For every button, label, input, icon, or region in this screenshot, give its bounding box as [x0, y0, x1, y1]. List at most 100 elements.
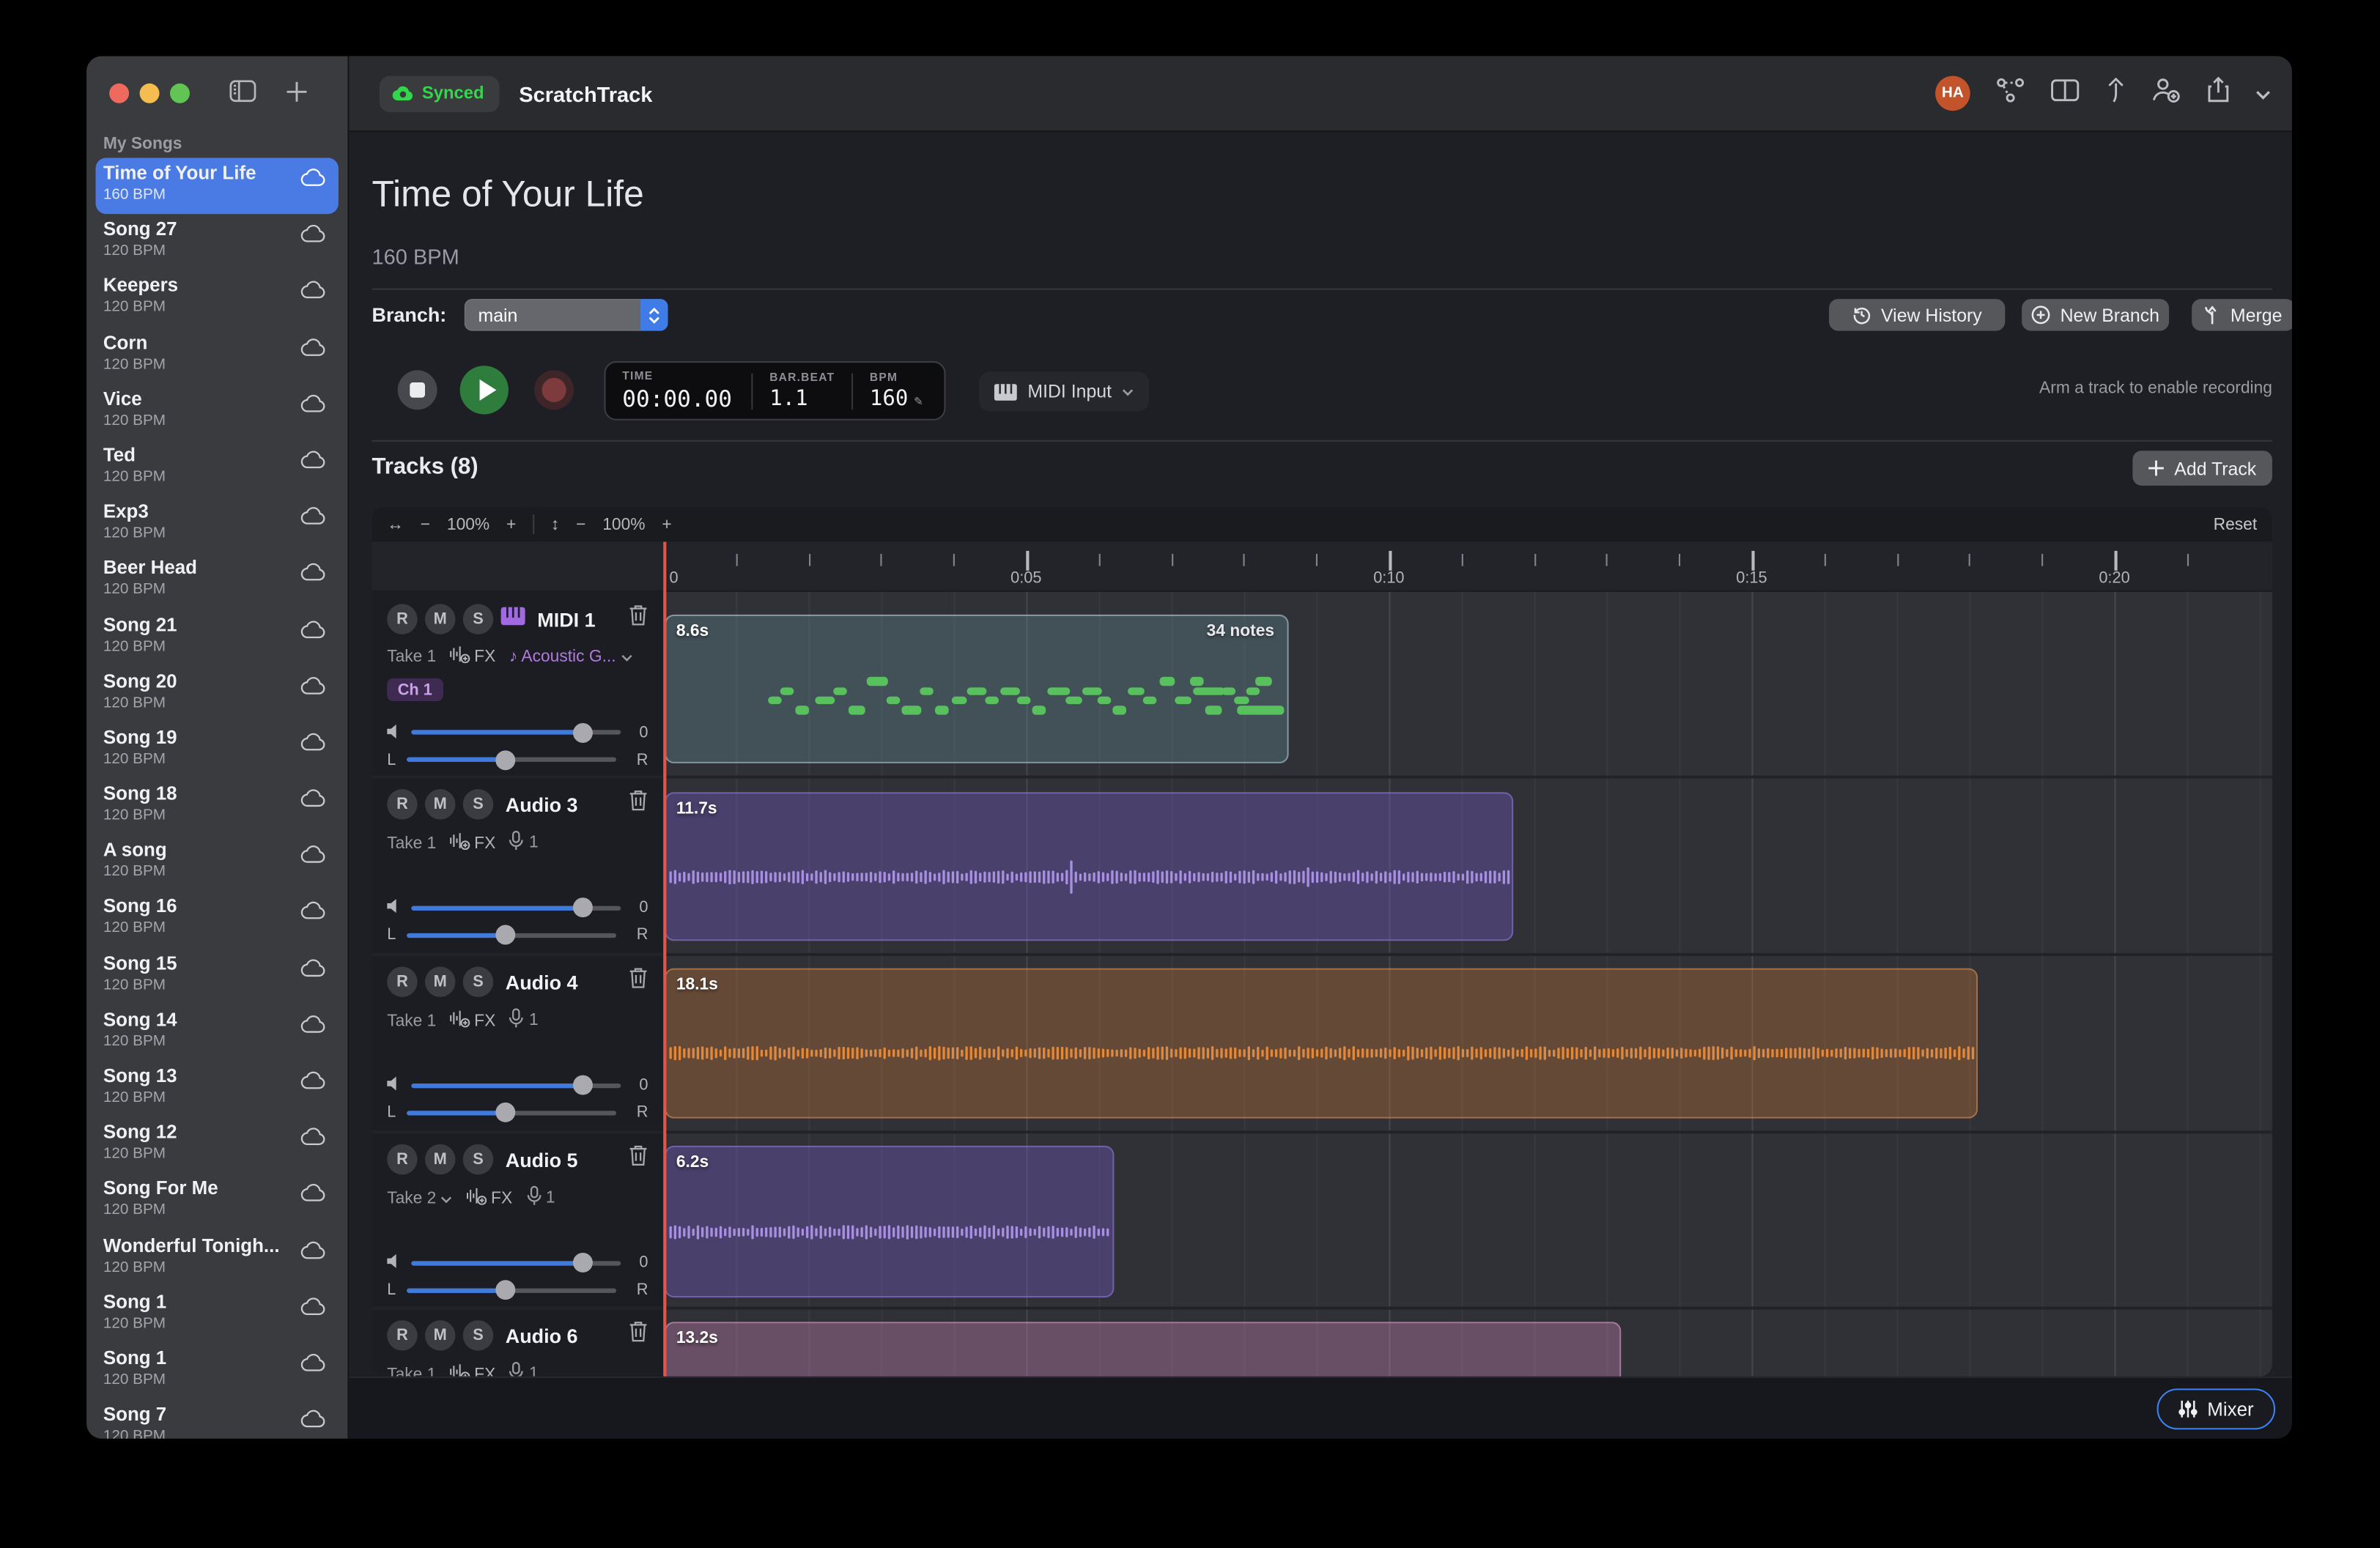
toggle-sidebar-icon[interactable]	[229, 79, 256, 111]
h-zoom-out-button[interactable]: −	[421, 515, 430, 533]
midi-note	[1175, 696, 1191, 704]
track-lanes: RMSMIDI 1Take 1FX♪ Acoustic G... Ch 10LR…	[372, 592, 2272, 1377]
stop-button[interactable]	[398, 370, 437, 410]
barbeat-value: 1.1	[769, 387, 835, 411]
sidebar-song-item[interactable]: Song 19120 BPM	[96, 722, 339, 779]
bpm-value[interactable]: 160✎	[870, 387, 923, 411]
cloud-icon	[300, 1182, 326, 1210]
toolbar: Synced ScratchTrack HA	[349, 56, 2291, 133]
sidebar-song-item[interactable]: Vice120 BPM	[96, 384, 339, 440]
v-zoom-out-button[interactable]: −	[576, 515, 585, 533]
sidebar-song-item[interactable]: Beer Head120 BPM	[96, 553, 339, 610]
midi-note	[1082, 686, 1101, 695]
ruler-tick	[1243, 554, 1245, 566]
sync-status-badge[interactable]: Synced	[380, 75, 499, 112]
sidebar-song-item[interactable]: Time of Your Life160 BPM	[96, 158, 339, 214]
sidebar-song-item[interactable]: Song 12120 BPM	[96, 1117, 339, 1174]
sidebar-song-item[interactable]: Song 14120 BPM	[96, 1004, 339, 1061]
edit-bpm-icon[interactable]: ✎	[914, 395, 923, 410]
midi-note	[868, 678, 887, 686]
h-zoom-in-button[interactable]: +	[506, 515, 516, 533]
song-bpm: 120 BPM	[103, 524, 327, 544]
audio-clip[interactable]: 13.2s	[664, 1322, 1622, 1377]
song-title: Song 15	[103, 952, 298, 975]
row-separator	[372, 953, 2272, 956]
song-title: Song 7	[103, 1404, 298, 1426]
ruler-tick	[1171, 554, 1172, 566]
mixer-button[interactable]: Mixer	[2157, 1388, 2276, 1429]
midi-note	[849, 706, 865, 714]
clip-duration-label: 13.2s	[676, 1330, 718, 1348]
app-window: My Songs Time of Your Life160 BPMSong 27…	[86, 56, 2292, 1439]
split-view-icon[interactable]	[2051, 78, 2080, 108]
view-history-button[interactable]: View History	[1829, 299, 2005, 331]
sidebar-song-item[interactable]: Song 21120 BPM	[96, 610, 339, 666]
sidebar-song-item[interactable]: Ted120 BPM	[96, 440, 339, 497]
cloud-icon	[300, 844, 326, 871]
traffic-zoom-button[interactable]	[170, 84, 190, 103]
transport-display: TIME 00:00.00 BAR.BEAT 1.1 BPM 160✎	[604, 361, 945, 421]
ruler-tick	[1461, 554, 1463, 566]
plus-circle-icon	[2031, 305, 2051, 325]
sidebar-song-item[interactable]: Wonderful Tonigh...120 BPM	[96, 1230, 339, 1286]
sidebar-song-item[interactable]: Song 18120 BPM	[96, 779, 339, 835]
cloud-icon	[300, 788, 326, 815]
traffic-minimize-button[interactable]	[140, 84, 160, 103]
add-track-button[interactable]: Add Track	[2132, 451, 2272, 486]
sidebar-song-item[interactable]: Song 27120 BPM	[96, 214, 339, 270]
share-icon[interactable]	[2207, 76, 2230, 111]
midi-note	[1194, 686, 1224, 695]
sidebar-song-item[interactable]: A song120 BPM	[96, 835, 339, 892]
merge-button[interactable]: Merge	[2192, 299, 2292, 331]
branch-select[interactable]: main	[465, 299, 668, 331]
arm-recording-hint: Arm a track to enable recording	[2039, 379, 2272, 398]
sidebar-song-item[interactable]: Song 13120 BPM	[96, 1061, 339, 1117]
song-bpm: 120 BPM	[103, 1257, 327, 1277]
sidebar-song-item[interactable]: Song For Me120 BPM	[96, 1174, 339, 1230]
song-bpm: 120 BPM	[103, 1426, 327, 1438]
midi-clip[interactable]: 8.6s34 notes	[664, 615, 1288, 763]
cloud-icon	[300, 1070, 326, 1097]
midi-note	[1246, 686, 1260, 695]
add-collaborator-icon[interactable]	[2151, 77, 2181, 111]
sidebar-song-item[interactable]: Song 16120 BPM	[96, 892, 339, 948]
waveform	[668, 854, 1508, 900]
song-bpm: 120 BPM	[103, 919, 327, 938]
midi-note	[901, 706, 921, 714]
sidebar-song-item[interactable]: Corn120 BPM	[96, 327, 339, 384]
new-song-plus-icon[interactable]	[285, 81, 308, 111]
audio-clip[interactable]: 18.1s	[664, 969, 1977, 1119]
midi-input-dropdown[interactable]: MIDI Input	[979, 372, 1150, 412]
sidebar-song-item[interactable]: Song 7120 BPM	[96, 1399, 339, 1439]
new-branch-button[interactable]: New Branch	[2022, 299, 2169, 331]
time-value: 00:00.00	[622, 385, 734, 412]
ruler-tick	[1606, 554, 1608, 566]
plus-icon	[2148, 460, 2165, 477]
audio-clip[interactable]: 6.2s	[664, 1146, 1114, 1297]
follow-cursor-icon[interactable]	[2105, 77, 2125, 111]
v-zoom-in-button[interactable]: +	[662, 515, 671, 533]
sidebar-song-item[interactable]: Song 15120 BPM	[96, 948, 339, 1004]
timeline-ruler[interactable]: 00:050:100:150:20	[372, 542, 2272, 592]
song-title: Beer Head	[103, 558, 298, 580]
record-button[interactable]	[534, 370, 574, 410]
midi-note	[1112, 706, 1126, 714]
play-button[interactable]	[460, 366, 509, 414]
playhead[interactable]	[663, 542, 665, 1377]
transport-bar: TIME 00:00.00 BAR.BEAT 1.1 BPM 160✎	[372, 357, 2272, 426]
traffic-close-button[interactable]	[109, 84, 129, 103]
zoom-reset-button[interactable]: Reset	[2214, 515, 2258, 533]
sidebar-song-item[interactable]: Keepers120 BPM	[96, 270, 339, 327]
v-zoom-axis-icon: ↕	[551, 515, 559, 533]
sidebar-song-item[interactable]: Exp3120 BPM	[96, 497, 339, 553]
cloud-icon	[300, 562, 326, 589]
avatar[interactable]: HA	[1935, 76, 1970, 111]
song-content: Time of Your Life 160 BPM Branch: main	[372, 132, 2272, 1377]
collaboration-nodes-icon[interactable]	[1996, 77, 2025, 111]
song-title: Song 20	[103, 670, 298, 693]
sidebar-song-item[interactable]: Song 20120 BPM	[96, 666, 339, 722]
share-chevron-down-icon[interactable]	[2255, 80, 2271, 107]
sidebar-song-item[interactable]: Song 1120 BPM	[96, 1286, 339, 1343]
sidebar-song-item[interactable]: Song 1120 BPM	[96, 1343, 339, 1399]
audio-clip[interactable]: 11.7s	[664, 792, 1512, 941]
